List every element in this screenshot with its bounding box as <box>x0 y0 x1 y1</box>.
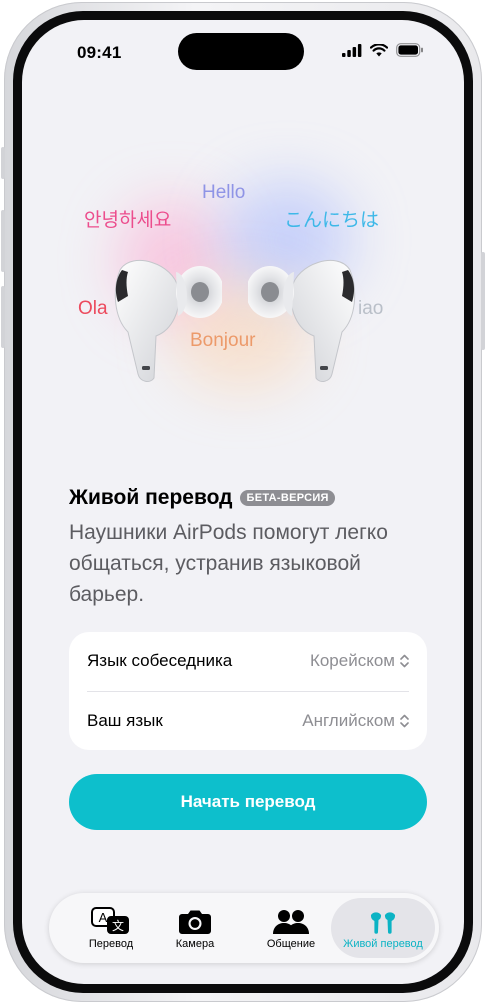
tab-bar: A 文 Перевод Камера Общение Живой перевод <box>49 893 439 963</box>
airpod-left-icon <box>114 260 222 382</box>
tab-translate[interactable]: A 文 Перевод <box>63 898 159 958</box>
tab-live-translation[interactable]: Живой перевод <box>331 898 435 958</box>
tab-camera[interactable]: Камера <box>147 898 243 958</box>
word-korean: 안녕하세요 <box>84 210 172 231</box>
translate-icon: A 文 <box>91 905 131 935</box>
beta-badge: БЕТА-ВЕРСИЯ <box>240 490 335 506</box>
your-language-row[interactable]: Ваш язык Английском <box>87 692 409 750</box>
camera-icon <box>178 905 212 935</box>
feature-header: Живой перевод БЕТА-ВЕРСИЯ <box>69 486 335 510</box>
status-time: 09:41 <box>77 43 122 62</box>
your-language-picker[interactable]: Английском <box>302 711 409 731</box>
partner-language-picker[interactable]: Корейском <box>310 651 409 671</box>
airpod-right-icon <box>248 260 356 382</box>
tab-label-conversation: Общение <box>266 938 316 950</box>
signal-icon <box>342 44 362 62</box>
chevron-up-down-icon <box>400 714 409 728</box>
word-hello: Hello <box>202 182 246 203</box>
tab-label-camera: Камера <box>175 938 215 950</box>
wifi-icon <box>369 43 389 62</box>
partner-language-value: Корейском <box>309 651 395 670</box>
word-japanese: こんにちは <box>284 210 380 231</box>
partner-language-row[interactable]: Язык собеседника Корейском <box>87 632 409 690</box>
language-settings-card: Язык собеседника Корейском Ваш язык Англ… <box>69 632 427 750</box>
tab-label-live-translation: Живой перевод <box>343 938 423 950</box>
dynamic-island <box>178 33 304 70</box>
tab-label-translate: Перевод <box>88 938 134 950</box>
your-language-label: Ваш язык <box>87 711 163 730</box>
svg-text:A: A <box>99 910 108 925</box>
battery-icon <box>396 43 424 62</box>
action-button <box>1 147 5 179</box>
volume-up-button <box>1 210 5 272</box>
partner-language-label: Язык собеседника <box>87 651 233 670</box>
side-button <box>481 252 485 350</box>
volume-down-button <box>1 286 5 348</box>
airpods-illustration: Hello 안녕하세요 こんにちは Ola Bonjour iao <box>22 160 464 410</box>
tab-conversation[interactable]: Общение <box>243 898 339 958</box>
svg-text:文: 文 <box>112 918 124 933</box>
feature-title: Живой перевод <box>69 486 233 509</box>
people-icon <box>272 905 310 935</box>
chevron-up-down-icon <box>400 654 409 668</box>
screen: 09:41 Hello 안녕하세요 こんにちは Ola Bonjour iao … <box>22 20 464 984</box>
feature-description: Наушники AirPods помогут легко общаться,… <box>69 521 388 606</box>
your-language-value: Английском <box>302 711 395 730</box>
airpods-icon <box>368 905 398 935</box>
start-translation-button[interactable]: Начать перевод <box>69 774 427 830</box>
